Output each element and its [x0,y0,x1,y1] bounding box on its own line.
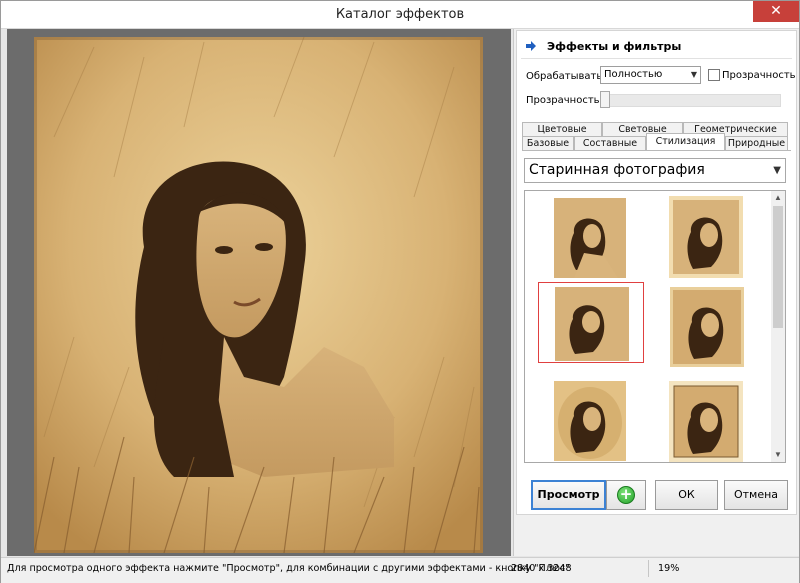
chevron-down-icon[interactable]: ▼ [773,450,783,460]
panel-header: Эффекты и фильтры [525,38,681,54]
status-hint: Для просмотра одного эффекта нажмите "Пр… [7,563,570,574]
effects-catalog-window: Каталог эффектов ✕ Эффекты и фильтры Обр… [0,0,800,583]
chevron-up-icon[interactable]: ▲ [773,193,783,203]
close-button[interactable]: ✕ [753,1,799,22]
divider [521,58,792,59]
effect-dropdown[interactable]: Старинная фотография ▼ [524,158,786,183]
opacity-label: Прозрачность [526,95,600,106]
transparency-checkbox[interactable] [708,69,720,81]
effect-dropdown-value: Старинная фотография [529,162,705,178]
title-bar: Каталог эффектов ✕ [1,1,799,29]
process-label: Обрабатывать [526,71,603,82]
effect-thumbnail[interactable] [669,196,743,278]
cancel-button[interactable]: Отмена [724,480,788,510]
effect-thumbnail[interactable] [554,381,626,461]
effect-thumbnail[interactable] [554,198,626,278]
process-dropdown-value: Полностью [604,69,663,80]
tab-color[interactable]: Цветовые [522,122,602,136]
ok-button[interactable]: ОК [655,480,718,510]
status-image-size: 2840 x 3248 [511,563,572,574]
arrow-right-icon [526,41,536,51]
preview-button[interactable]: Просмотр [531,480,606,510]
opacity-slider[interactable] [600,94,781,107]
add-effect-button[interactable]: + [606,480,646,510]
plus-circle-icon: + [617,486,635,504]
panel-title: Эффекты и фильтры [547,39,682,53]
effect-thumbnail[interactable] [669,381,743,462]
transparency-checkbox-label: Прозрачность [722,70,796,81]
tab-nature[interactable]: Природные [725,136,788,150]
thumbnails-scrollbar[interactable]: ▲ ▼ [771,191,785,462]
status-divider [648,560,649,577]
tab-basic[interactable]: Базовые [522,136,574,150]
tab-composite[interactable]: Составные [574,136,646,150]
selection-frame [538,282,644,363]
image-preview-area [7,29,511,556]
process-dropdown[interactable]: Полностью ▼ [600,66,701,84]
effects-panel-body: Эффекты и фильтры Обрабатывать Полностью… [516,30,797,515]
preview-photo [34,37,483,553]
chevron-down-icon: ▼ [773,165,781,176]
chevron-down-icon: ▼ [690,70,697,79]
scrollbar-thumb[interactable] [773,206,783,328]
effect-thumbnail[interactable] [670,287,744,367]
status-bar: Для просмотра одного эффекта нажмите "Пр… [1,557,799,583]
status-zoom: 19% [658,563,680,574]
tab-stylization[interactable]: Стилизация [646,133,725,151]
window-title: Каталог эффектов [335,7,465,22]
effect-thumbnails-list: ▲ ▼ [524,190,786,463]
opacity-slider-handle[interactable] [600,91,610,108]
effects-panel: Эффекты и фильтры Обрабатывать Полностью… [513,29,799,556]
tabs-baseline [522,150,791,151]
